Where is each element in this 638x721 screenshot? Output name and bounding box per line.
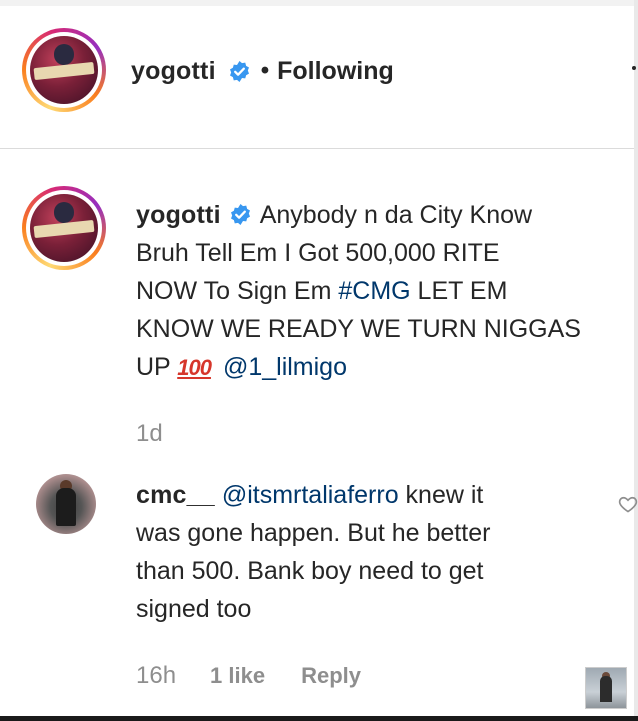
caption-text-line-3b: LET EM [410, 277, 508, 305]
caption-text-line-3a: NOW To Sign Em [136, 277, 339, 305]
window-bottom-edge [0, 716, 638, 721]
commenter-username[interactable]: cmc__ [136, 481, 215, 509]
verified-badge-icon [229, 199, 252, 226]
post-timestamp[interactable]: 1d [136, 420, 163, 448]
caption-line-4: KNOW WE READY WE TURN NIGGAS [136, 315, 581, 343]
caption-text-line-5: UP [136, 353, 178, 381]
comment-line-4: signed too [136, 595, 252, 623]
header-divider [0, 148, 634, 149]
like-heart-icon[interactable] [618, 494, 638, 514]
post-author-username[interactable]: yogotti [131, 57, 216, 86]
caption-line-1: yogotti Anybody n da City Know [136, 196, 636, 234]
comment-text-line-1: knew it [398, 481, 484, 509]
comment-line-2: was gone happen. But he better [136, 519, 491, 547]
post-header: yogotti • Following [131, 55, 394, 87]
caption-line-5: UP 100 @1_lilmigo [136, 348, 636, 387]
caption-line-2: Bruh Tell Em I Got 500,000 RITE [136, 239, 500, 267]
caption-text-line-1: Anybody n da City Know [259, 201, 533, 229]
comment-line-3: than 500. Bank boy need to get [136, 557, 484, 585]
video-thumbnail[interactable] [585, 667, 627, 709]
caption-line-3: NOW To Sign Em #CMG LET EM [136, 272, 636, 310]
mention-link[interactable]: @1_lilmigo [223, 353, 347, 381]
caption-text: yogotti Anybody n da City Know Bruh Tell … [136, 196, 636, 387]
caption-username[interactable]: yogotti [136, 201, 221, 229]
following-button[interactable]: Following [277, 57, 394, 86]
window-top-edge [0, 0, 638, 6]
header-separator: • [260, 57, 270, 84]
hashtag-link[interactable]: #CMG [338, 277, 410, 305]
comment-likes[interactable]: 1 like [210, 663, 265, 689]
comment-line-1: cmc__ @itsmrtaliaferro knew it [136, 476, 606, 514]
verified-badge-icon [228, 60, 251, 83]
comment-mention-link[interactable]: @itsmrtaliaferro [222, 481, 399, 509]
caption-author-avatar[interactable] [22, 186, 106, 270]
comment-text: cmc__ @itsmrtaliaferro knew it was gone … [136, 476, 606, 628]
reply-button[interactable]: Reply [301, 663, 361, 689]
more-options-icon[interactable] [632, 66, 636, 70]
commenter-avatar[interactable] [36, 474, 96, 534]
comment-age[interactable]: 16h [136, 662, 176, 690]
post-author-avatar[interactable] [22, 28, 106, 112]
hundred-points-emoji-icon: 100 [177, 355, 212, 380]
comment-meta: 16h 1 like Reply [136, 662, 361, 690]
